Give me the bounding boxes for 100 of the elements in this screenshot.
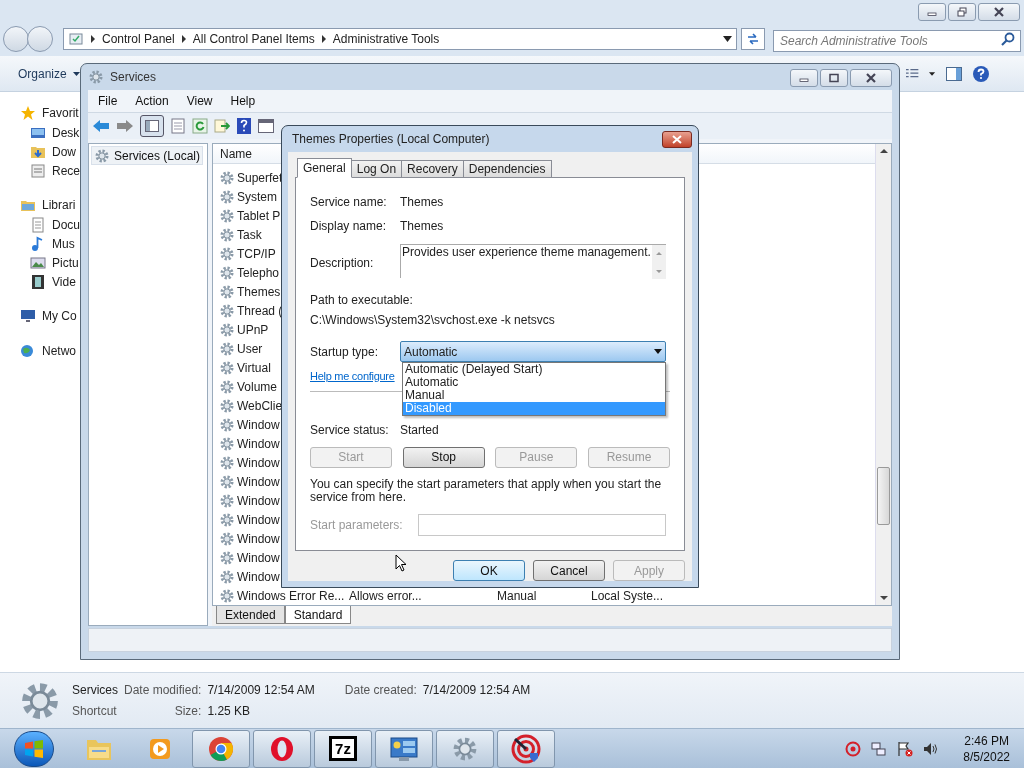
service-name[interactable]: Window	[237, 548, 280, 567]
nav-item[interactable]: Netwo	[0, 340, 78, 361]
dropdown-option[interactable]: Manual	[403, 389, 665, 402]
service-name[interactable]: Window	[237, 415, 280, 434]
nav-item[interactable]: Pictu	[0, 253, 78, 272]
taskbar-button[interactable]	[375, 729, 433, 768]
preview-pane-icon[interactable]	[946, 66, 962, 81]
menu-item[interactable]: Action	[135, 92, 169, 110]
service-name[interactable]: UPnP	[237, 320, 269, 339]
service-icon	[219, 378, 235, 395]
nav-item[interactable]: Desk	[0, 123, 78, 142]
nav-item[interactable]: Dow	[0, 142, 78, 161]
network-icon[interactable]	[871, 740, 888, 757]
service-name[interactable]: Window	[237, 453, 280, 472]
dropdown-icon[interactable]	[723, 36, 732, 42]
view-tab[interactable]: Extended	[216, 606, 285, 624]
scroll-thumb[interactable]	[877, 467, 890, 525]
maximize-button[interactable]	[820, 69, 848, 87]
clock-date[interactable]: 8/5/2022	[963, 748, 1010, 765]
console-icon[interactable]	[258, 119, 274, 133]
dialog-button[interactable]: Cancel	[533, 560, 605, 581]
breadcrumb-item[interactable]: Control Panel	[102, 30, 175, 48]
start-button[interactable]	[14, 730, 54, 767]
organize-button[interactable]: Organize	[18, 64, 80, 83]
forward-arrow-icon[interactable]	[116, 119, 134, 133]
dialog-button[interactable]: OK	[453, 560, 525, 581]
help-link[interactable]: Help me configure	[310, 368, 395, 385]
forward-button[interactable]	[27, 26, 53, 52]
service-name[interactable]: Window	[237, 472, 280, 491]
nav-item[interactable]: Mus	[0, 234, 78, 253]
service-name[interactable]: Task	[237, 225, 262, 244]
start-parameters-field[interactable]	[418, 513, 666, 536]
taskbar-button[interactable]	[497, 729, 555, 768]
help-icon[interactable]	[236, 117, 252, 135]
service-name[interactable]: Virtual	[237, 358, 271, 377]
back-arrow-icon[interactable]	[92, 119, 110, 133]
minimize-button[interactable]	[918, 3, 946, 21]
service-name[interactable]: Window	[237, 567, 280, 586]
dialog-tab[interactable]: General	[297, 158, 352, 178]
nav-item[interactable]: Vide	[0, 272, 78, 291]
service-icon	[219, 530, 235, 547]
menu-item[interactable]: View	[186, 92, 213, 110]
taskbar-button[interactable]: 7z	[314, 729, 372, 768]
column-header[interactable]: Name	[213, 144, 252, 163]
detail-label: Size:	[173, 703, 202, 720]
close-icon	[672, 134, 682, 144]
taskbar-button[interactable]	[436, 729, 494, 768]
taskbar-button[interactable]	[192, 729, 250, 768]
close-button[interactable]	[662, 130, 692, 148]
dropdown-option[interactable]: Automatic	[403, 376, 665, 389]
back-button[interactable]	[3, 26, 29, 52]
field-label: Description:	[310, 255, 375, 272]
service-name[interactable]: Telepho	[237, 263, 280, 282]
description-box[interactable]: Provides user experience theme management.	[400, 244, 666, 278]
flag-icon[interactable]	[897, 740, 914, 757]
service-name[interactable]: Windows Error Re...	[237, 586, 345, 605]
close-button[interactable]	[850, 69, 892, 87]
tree-item[interactable]: Services (Local)	[91, 146, 204, 165]
service-name[interactable]: Window	[237, 434, 280, 453]
help-icon[interactable]	[972, 64, 990, 83]
service-name[interactable]: Window	[237, 529, 280, 548]
search-field[interactable]: Search Administrative Tools	[773, 30, 1021, 52]
dropdown-option[interactable]: Automatic (Delayed Start)	[403, 363, 665, 376]
view-tab[interactable]: Standard	[284, 606, 352, 624]
menu-item[interactable]: Help	[230, 92, 256, 110]
close-button[interactable]	[978, 3, 1020, 21]
search-icon	[1001, 32, 1015, 46]
scroll-arrows-icon[interactable]	[652, 245, 666, 279]
dialog-button[interactable]: Stop	[402, 446, 485, 468]
service-name[interactable]: Window	[237, 510, 280, 529]
service-name[interactable]: Themes	[237, 282, 281, 301]
dialog-tab[interactable]: Recovery	[401, 160, 464, 178]
export-icon[interactable]	[214, 118, 230, 134]
service-name[interactable]: System	[237, 187, 277, 206]
nav-item[interactable]: Rece	[0, 161, 78, 180]
address-bar[interactable]: Control Panel All Control Panel Items Administrative Tools	[63, 28, 737, 50]
nav-item[interactable]: My Co	[0, 305, 78, 326]
service-name[interactable]: Volume	[237, 377, 278, 396]
startup-type-dropdown[interactable]: Automatic	[400, 341, 666, 362]
console-tree-button[interactable]	[140, 115, 164, 137]
breadcrumb-item[interactable]: All Control Panel Items	[192, 30, 315, 48]
breadcrumb-item[interactable]: Administrative Tools	[332, 30, 440, 48]
menu-item[interactable]: File	[98, 92, 118, 110]
dialog-tab[interactable]: Log On	[350, 160, 403, 178]
dialog-tab[interactable]: Dependencies	[462, 160, 552, 178]
nav-item[interactable]: Docu	[0, 215, 78, 234]
service-name[interactable]: WebClie	[237, 396, 283, 415]
target-tray-icon[interactable]	[845, 740, 862, 757]
service-name[interactable]: Window	[237, 491, 280, 510]
nav-item[interactable]: Librari	[0, 194, 78, 215]
service-name[interactable]: Superfet	[237, 168, 283, 187]
service-name[interactable]: TCP/IP	[237, 244, 276, 263]
nav-item[interactable]: Favorit	[0, 102, 78, 123]
service-name[interactable]: Tablet P	[237, 206, 281, 225]
refresh-button[interactable]	[741, 28, 765, 50]
service-name[interactable]: User	[237, 339, 263, 358]
taskbar-button[interactable]	[253, 729, 311, 768]
refresh-icon[interactable]	[192, 118, 208, 134]
clock-time[interactable]: 2:46 PM	[964, 732, 1009, 749]
restore-button[interactable]	[948, 3, 976, 21]
